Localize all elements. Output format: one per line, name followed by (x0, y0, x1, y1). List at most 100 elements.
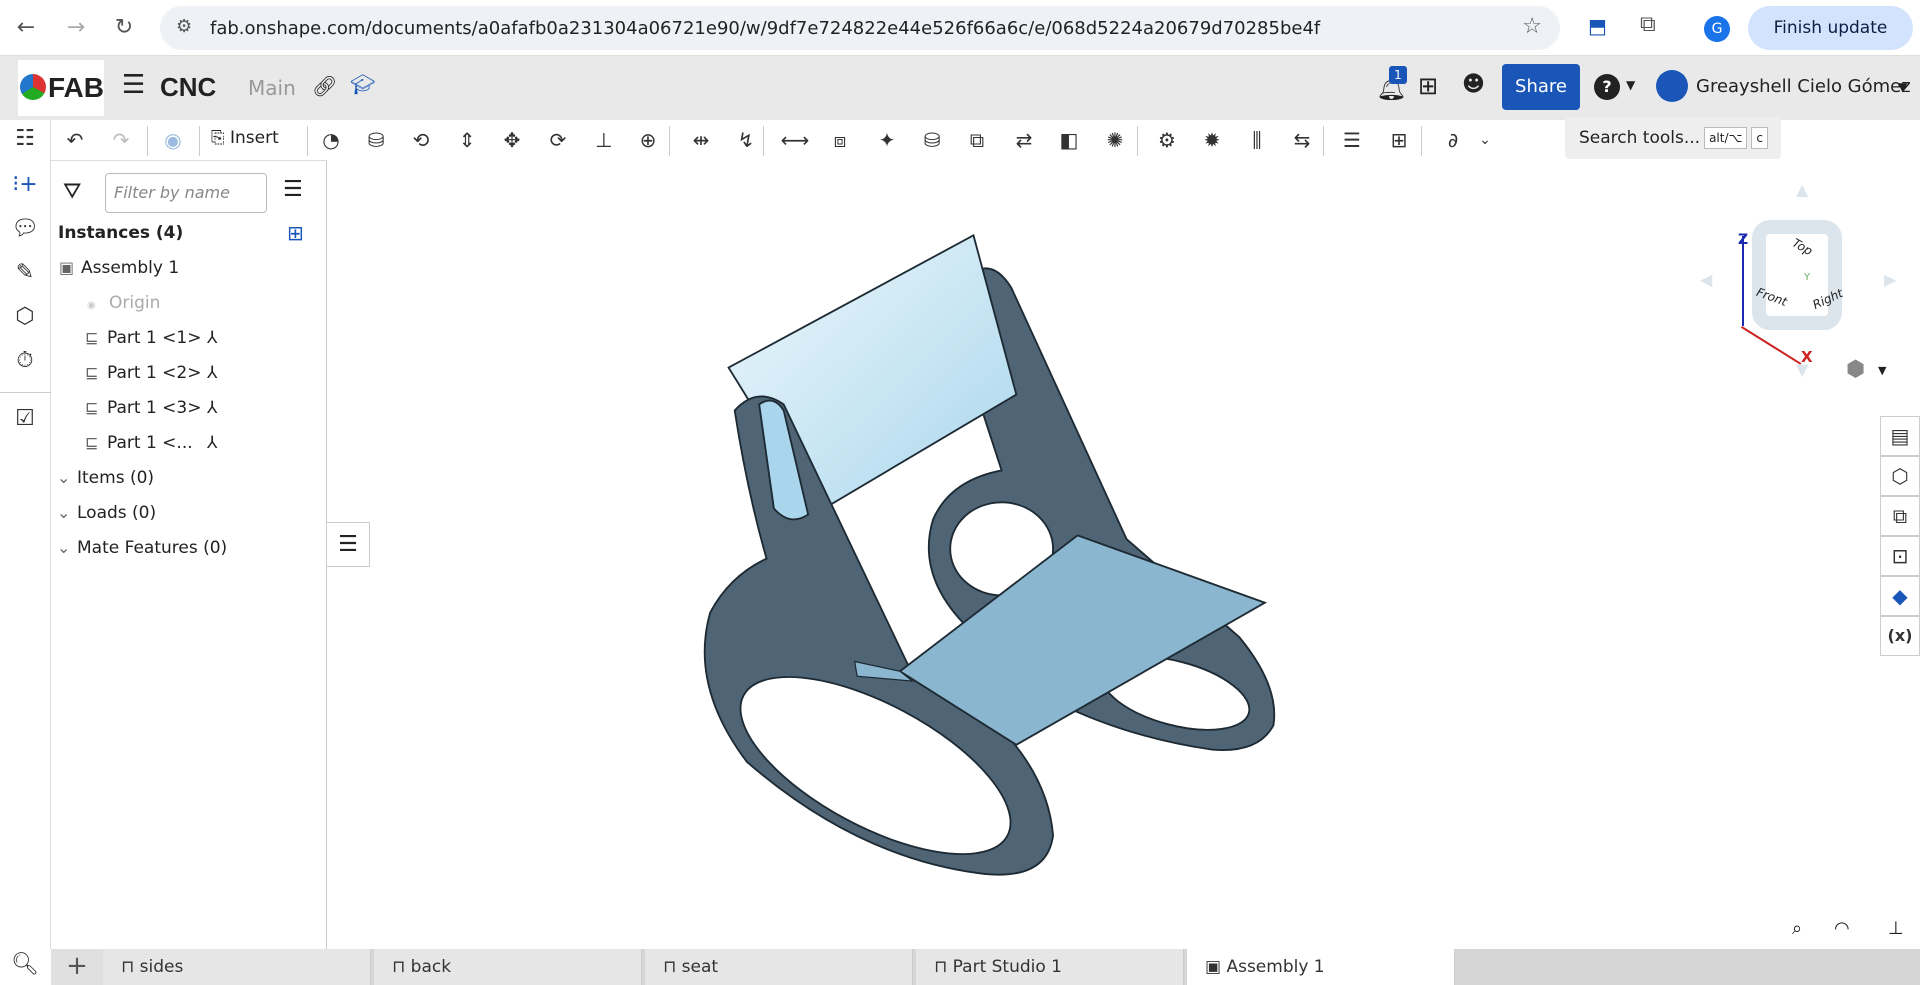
onshape-home-icon[interactable]: ◉ (155, 120, 191, 160)
user-avatar[interactable] (1656, 70, 1688, 102)
tree-item-part[interactable]: ⊑ Part 1 <1> ⅄ (85, 328, 217, 348)
feature-list-icon[interactable]: ☷ (8, 122, 42, 156)
search-parts-icon[interactable]: 🔍︎ (8, 948, 42, 982)
bom-icon[interactable]: ☰ (1334, 120, 1370, 160)
mass-properties-icon[interactable]: ◠ (1834, 918, 1850, 939)
redo-icon[interactable]: ↷ (103, 120, 139, 160)
ball-mate-icon[interactable]: ⊕ (630, 120, 666, 160)
site-settings-icon[interactable]: ⚙ (176, 16, 192, 37)
animation-stopwatch-icon[interactable]: ⏱︎ (8, 344, 42, 378)
gear-relation-icon[interactable]: ⚙ (1149, 120, 1185, 160)
mate-values-icon[interactable]: ⊡ (1880, 536, 1920, 576)
linear-relation-icon[interactable]: ⇆ (1284, 120, 1320, 160)
section-view-icon[interactable]: ◧ (1051, 120, 1087, 160)
rotate-left-arrow-icon[interactable]: ◀ (1700, 270, 1712, 289)
tree-group[interactable]: ⌄ Loads (0) (57, 503, 156, 523)
chevron-down-icon[interactable]: ⌄ (57, 468, 77, 487)
planar-mate-icon[interactable]: ✥ (494, 120, 530, 160)
assistant-head-icon[interactable]: ☻ (1462, 72, 1485, 97)
user-menu-caret-icon[interactable]: ▼ (1898, 80, 1907, 94)
timeline-icon[interactable]: ◔ (313, 120, 349, 160)
mate-connector-icon[interactable]: ⅄ (207, 433, 217, 453)
sketch-tool-icon[interactable]: ∂ (1435, 120, 1471, 160)
mate-connector-icon[interactable]: ⅄ (207, 398, 217, 418)
part-info-icon[interactable]: ⬡ (8, 300, 42, 334)
insert-button[interactable]: ⎘ Insert (211, 128, 279, 148)
new-folder-icon[interactable]: ⊞ (287, 221, 304, 245)
sketch-tool-dropdown-icon[interactable]: ⌄ (1467, 120, 1503, 160)
tree-item-assembly[interactable]: ▣ Assembly 1 (59, 258, 179, 278)
add-mate-connector-icon[interactable]: ⁝+ (8, 168, 42, 202)
reload-icon[interactable]: ↻ (108, 12, 140, 44)
view-mode-dropdown-icon[interactable]: ▼ (1878, 364, 1886, 377)
units-icon[interactable]: ⊥ (1888, 918, 1904, 939)
mate-connector-icon[interactable]: ⛁ (914, 120, 950, 160)
chevron-down-icon[interactable]: ⌄ (57, 503, 77, 522)
revolute-mate-icon[interactable]: ⟲ (403, 120, 439, 160)
pin-slot-mate-icon[interactable]: ⊥ (586, 120, 622, 160)
tree-item-part[interactable]: ⊑ Part 1 <2> ⅄ (85, 363, 217, 383)
extension-icon[interactable]: ⬒ (1588, 14, 1607, 38)
view-mode-cube-icon[interactable]: ⬢ (1846, 357, 1865, 382)
parallel-mate-icon[interactable]: ⇹ (683, 120, 719, 160)
tree-item-part[interactable]: ⊑ Part 1 <... ⅄ (85, 433, 217, 453)
group-icon[interactable]: ⧈ (822, 120, 858, 160)
help-icon[interactable]: ? (1594, 74, 1620, 100)
tangent-mate-icon[interactable]: ↯ (728, 120, 764, 160)
linear-pattern-icon[interactable]: ⧉ (959, 120, 995, 160)
back-icon[interactable]: ← (10, 12, 42, 44)
screw-relation-icon[interactable]: ⫼ (1239, 120, 1275, 160)
replace-icon[interactable]: ⇄ (1006, 120, 1042, 160)
undo-icon[interactable]: ↶ (57, 120, 93, 160)
notes-edit-icon[interactable]: ✎ (8, 256, 42, 290)
rotate-right-arrow-icon[interactable]: ▶ (1884, 270, 1896, 289)
checklist-icon[interactable]: ☑ (8, 402, 42, 436)
filter-input[interactable]: Filter by name (105, 173, 267, 213)
link-icon[interactable]: 🔗︎ (312, 74, 337, 98)
variables-icon[interactable]: (x) (1880, 616, 1920, 656)
slider-mate-icon[interactable]: ⇕ (449, 120, 485, 160)
tree-group[interactable]: ⌄ Mate Features (0) (57, 538, 227, 558)
tab-part-studio-1[interactable]: ⊓ Part Studio 1 (916, 949, 1184, 985)
branch-name[interactable]: Main (248, 76, 296, 100)
forward-icon[interactable]: → (60, 12, 92, 44)
address-bar[interactable]: ⚙ fab.onshape.com/documents/a0afafb0a231… (160, 6, 1560, 50)
replicate-icon[interactable]: ✦ (869, 120, 905, 160)
add-tab-button[interactable]: + (51, 949, 103, 985)
configurations-icon[interactable]: ⧉ (1880, 496, 1920, 536)
rotate-down-arrow-icon[interactable]: ▼ (1796, 360, 1808, 379)
appearance-panel-icon[interactable]: ⬡ (1880, 456, 1920, 496)
app-store-icon[interactable]: ⊞ (1418, 72, 1438, 100)
rack-pinion-icon[interactable]: ✹ (1194, 120, 1230, 160)
tab-back[interactable]: ⊓ back (374, 949, 642, 985)
cylindrical-mate-icon[interactable]: ⟳ (540, 120, 576, 160)
filter-icon[interactable]: ⛛ (63, 179, 81, 204)
bookmark-star-icon[interactable]: ☆ (1522, 14, 1542, 39)
url-text[interactable]: fab.onshape.com/documents/a0afafb0a23130… (210, 18, 1320, 39)
search-tools-input[interactable]: Search tools... alt/⌥ c (1565, 117, 1781, 159)
comments-icon[interactable]: 💬︎ (8, 212, 42, 246)
user-name[interactable]: Greayshell Cielo Gómez (1696, 76, 1911, 97)
collapse-panel-icon[interactable]: ☰ (327, 522, 370, 567)
share-button[interactable]: Share (1502, 64, 1580, 110)
width-mate-icon[interactable]: ⟷ (777, 120, 813, 160)
tree-group[interactable]: ⌄ Items (0) (57, 468, 154, 488)
tab-seat[interactable]: ⊓ seat (645, 949, 913, 985)
tree-item-origin[interactable]: ◉ Origin (87, 293, 160, 313)
finish-update-button[interactable]: Finish update (1748, 6, 1913, 50)
insert-part-icon[interactable]: ⊞ (1381, 120, 1417, 160)
mate-connector-icon[interactable]: ⅄ (207, 328, 217, 348)
measure-icon[interactable]: ⌕ (1792, 918, 1802, 939)
list-view-icon[interactable]: ☰ (283, 177, 303, 202)
rotate-up-arrow-icon[interactable]: ▲ (1796, 180, 1808, 199)
tab-sides[interactable]: ⊓ sides (103, 949, 371, 985)
help-dropdown-icon[interactable]: ▼ (1626, 78, 1635, 92)
explode-icon[interactable]: ✺ (1097, 120, 1133, 160)
fab-logo[interactable]: FAB (18, 60, 104, 116)
view-cube[interactable]: Top Front Right Z X Y ▲ ▼ ◀ ▶ (1690, 180, 1896, 380)
learning-cap-icon[interactable]: 🎓︎ (350, 72, 375, 96)
document-title[interactable]: CNC (160, 72, 216, 103)
properties-panel-icon[interactable]: ▤ (1880, 416, 1920, 456)
extensions-puzzle-icon[interactable]: ⧉ (1640, 12, 1656, 37)
profile-avatar[interactable]: G (1704, 16, 1730, 42)
